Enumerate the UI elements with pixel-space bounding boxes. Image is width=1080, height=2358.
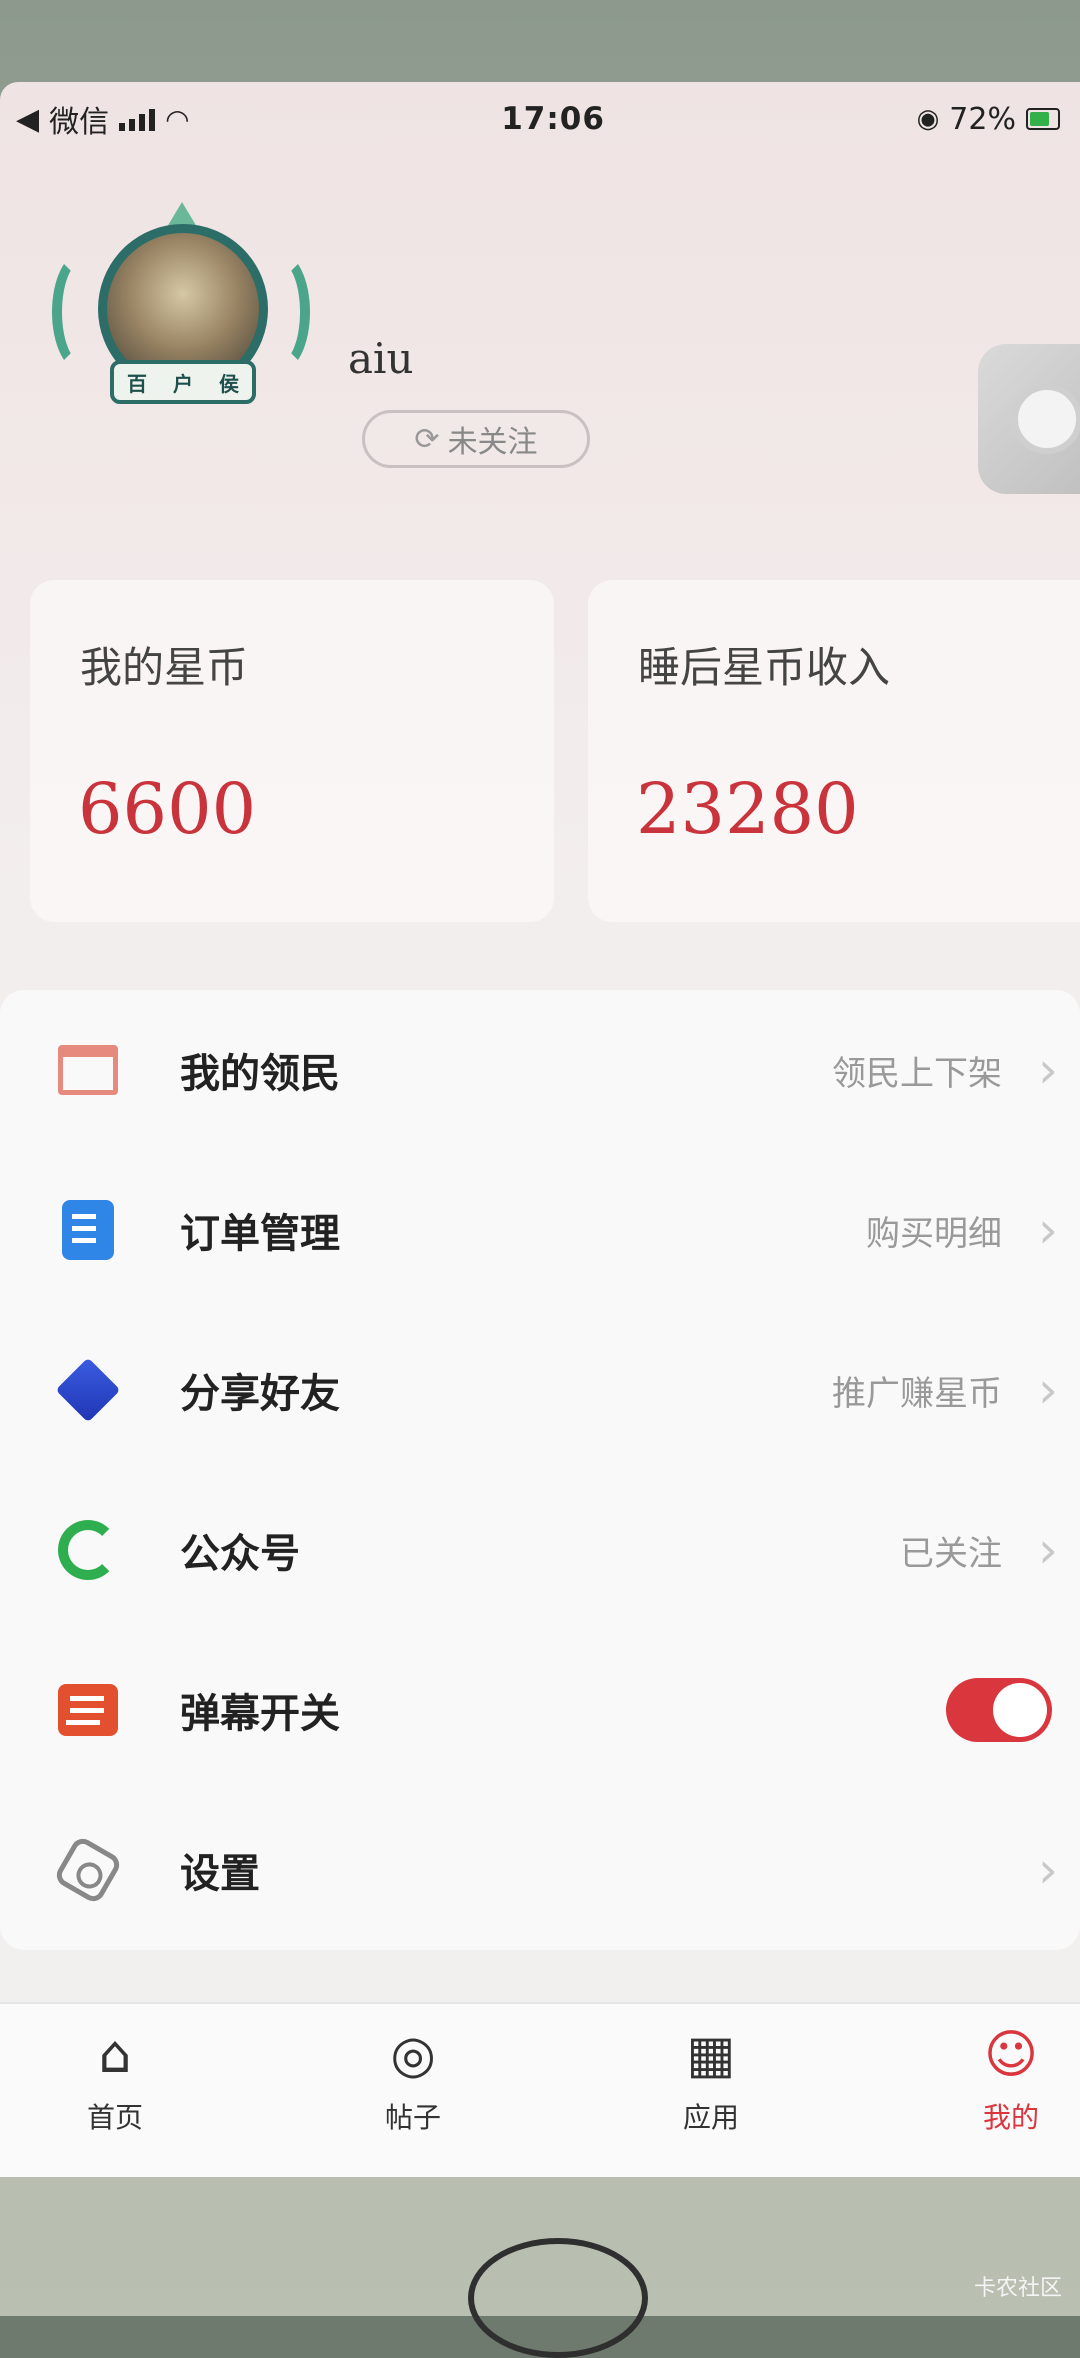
username: aiu <box>348 334 414 383</box>
chevron-right-icon: › <box>1038 1521 1058 1579</box>
menu-sub: 已关注 <box>900 1533 1002 1574</box>
menu-label: 分享好友 <box>180 1371 340 1417</box>
menu-label: 弹幕开关 <box>180 1691 340 1737</box>
rank-char: 户 <box>173 371 193 396</box>
danmaku-toggle[interactable] <box>946 1678 1052 1742</box>
menu-list: 我的领民 领民上下架 › 订单管理 购买明细 › 分享好友 推广赚星币 › 公众… <box>0 990 1080 1950</box>
app-screen: ◀ 微信 ◠ 17:06 ◉ 72% 百 户 侯 aiu ⟳ 未关注 我的星币 … <box>0 82 1080 2177</box>
avatar[interactable]: 百 户 侯 <box>46 202 316 432</box>
menu-item-official-account[interactable]: 公众号 已关注 › <box>0 1470 1080 1630</box>
card-label: 我的星币 <box>80 643 249 692</box>
follow-label: 未关注 <box>447 425 538 460</box>
wifi-icon: ◠ <box>165 102 190 136</box>
rank-char: 侯 <box>219 371 239 396</box>
status-right: ◉ 72% <box>917 102 1060 137</box>
my-coins-card[interactable]: 我的星币 6600 <box>30 580 554 922</box>
back-arrow-icon[interactable]: ◀ <box>16 102 39 137</box>
tab-label: 我的 <box>982 2101 1039 2134</box>
sync-icon: ⟳ <box>414 421 440 457</box>
danmaku-icon <box>56 1678 120 1742</box>
menu-item-share[interactable]: 分享好友 推广赚星币 › <box>0 1310 1080 1470</box>
watermark-text: 卡农社区 <box>973 2276 1062 2301</box>
tab-label: 首页 <box>86 2101 143 2134</box>
menu-label: 公众号 <box>180 1531 300 1577</box>
card-value: 23280 <box>636 768 859 850</box>
chevron-right-icon: › <box>1038 1201 1058 1259</box>
chevron-right-icon: › <box>1038 1041 1058 1099</box>
tab-apps[interactable]: ▦ 应用 <box>636 2024 786 2164</box>
posts-icon: ◎ <box>390 2025 436 2085</box>
battery-icon <box>1025 108 1060 130</box>
document-edit-icon <box>56 1198 120 1262</box>
tab-posts[interactable]: ◎ 帖子 <box>338 2024 488 2164</box>
battery-percent: 72% <box>949 101 1016 137</box>
menu-sub: 推广赚星币 <box>832 1373 1002 1414</box>
toggle-knob <box>993 1683 1047 1737</box>
signal-icon <box>119 107 156 131</box>
tab-label: 帖子 <box>384 2101 441 2134</box>
status-time: 17:06 <box>501 101 605 137</box>
menu-label: 设置 <box>180 1851 260 1897</box>
rank-badge: 百 户 侯 <box>110 360 256 404</box>
tab-profile[interactable]: ☺ 我的 <box>936 2024 1080 2164</box>
tab-label: 应用 <box>682 2101 739 2134</box>
follow-button[interactable]: ⟳ 未关注 <box>362 410 590 468</box>
rotation-lock-icon: ◉ <box>916 104 940 134</box>
card-label: 睡后星币收入 <box>638 643 891 692</box>
chevron-right-icon: › <box>1038 1361 1058 1419</box>
apps-grid-icon: ▦ <box>686 2025 736 2085</box>
menu-sub: 购买明细 <box>866 1213 1002 1254</box>
store-icon <box>56 1038 120 1102</box>
settings-hex-icon <box>52 1834 124 1906</box>
bottom-tab-bar: ⌂ 首页 ◎ 帖子 ▦ 应用 ☺ 我的 <box>0 2002 1080 2177</box>
menu-item-orders[interactable]: 订单管理 购买明细 › <box>0 1150 1080 1310</box>
side-action-button[interactable] <box>978 344 1080 494</box>
passive-income-card[interactable]: 睡后星币收入 23280 <box>588 580 1080 922</box>
rank-char: 百 <box>127 371 147 396</box>
menu-label: 订单管理 <box>180 1211 340 1257</box>
profile-icon: ☺ <box>983 2025 1039 2085</box>
ring-icon <box>1012 384 1080 454</box>
menu-item-danmaku: 弹幕开关 <box>0 1630 1080 1790</box>
menu-label: 我的领民 <box>180 1051 340 1097</box>
status-bar: ◀ 微信 ◠ 17:06 ◉ 72% <box>0 82 1080 156</box>
home-icon: ⌂ <box>98 2025 132 2085</box>
device-home-button[interactable] <box>468 2238 648 2358</box>
back-app-label[interactable]: 微信 <box>49 97 109 141</box>
menu-sub: 领民上下架 <box>832 1053 1002 1094</box>
wechat-official-icon <box>56 1518 120 1582</box>
chevron-right-icon: › <box>1038 1841 1058 1899</box>
menu-item-my-subjects[interactable]: 我的领民 领民上下架 › <box>0 990 1080 1150</box>
status-left: ◀ 微信 ◠ <box>16 97 190 141</box>
tab-home[interactable]: ⌂ 首页 <box>40 2024 190 2164</box>
card-value: 6600 <box>78 768 257 850</box>
menu-item-settings[interactable]: 设置 › <box>0 1790 1080 1950</box>
cube-icon <box>55 1357 121 1423</box>
